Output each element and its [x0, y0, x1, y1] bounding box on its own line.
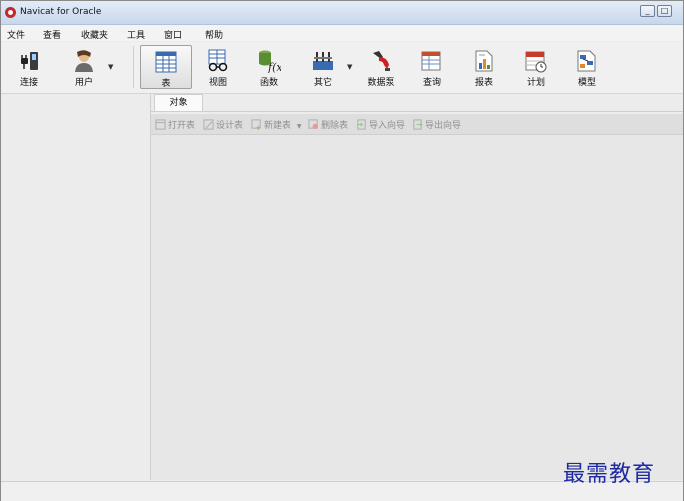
delete-table-icon [308, 119, 319, 130]
menu-window[interactable]: 窗口 [164, 28, 182, 41]
toolbar-query-button[interactable]: 查询 [406, 45, 458, 89]
data-pump-icon [373, 51, 390, 71]
table-icon [155, 51, 177, 73]
open-table-icon [155, 119, 166, 130]
app-window: Navicat for Oracle _ □ 文件 查看 收藏夹 工具 窗口 帮… [0, 0, 684, 501]
other-dropdown-icon[interactable]: ▼ [347, 63, 352, 71]
new-table-icon [251, 119, 261, 130]
user-dropdown-icon[interactable]: ▼ [108, 63, 113, 71]
toolbar-table-label: 表 [161, 79, 171, 89]
new-table-button[interactable]: 新建表 ▼ [251, 118, 302, 131]
delete-table-button[interactable]: 删除表 [308, 118, 348, 131]
user-icon [75, 50, 93, 72]
toolbar-data-pump-button[interactable]: 数据泵 [355, 45, 407, 89]
toolbar-report-button[interactable]: 报表 [458, 45, 510, 89]
export-wizard-label: 导出向导 [425, 121, 462, 131]
other-icon [313, 52, 333, 70]
toolbar-report-label: 报表 [474, 78, 493, 88]
design-table-icon [203, 119, 214, 130]
new-table-dropdown-icon[interactable]: ▼ [297, 123, 302, 130]
menu-bar: 文件 查看 收藏夹 工具 窗口 帮助 [1, 25, 683, 41]
design-table-label: 设计表 [216, 121, 244, 131]
report-icon [475, 50, 493, 72]
toolbar-separator [133, 46, 134, 88]
navicat-logo-icon [5, 7, 16, 18]
menu-tools[interactable]: 工具 [127, 28, 145, 41]
toolbar-function-button[interactable]: f(x) 函数 [243, 45, 295, 89]
toolbar-user-button[interactable]: 用户 [58, 45, 110, 89]
toolbar-data-pump-label: 数据泵 [367, 78, 395, 88]
toolbar-table-button[interactable]: 表 [140, 45, 192, 89]
plug-icon [21, 52, 38, 70]
toolbar-function-label: 函数 [259, 78, 278, 88]
object-toolbar: 打开表 设计表 新建表 ▼ 删除表 导入向导 导出向导 [151, 114, 683, 135]
maximize-button[interactable]: □ [657, 5, 672, 17]
toolbar-other-label: 其它 [313, 78, 332, 88]
open-table-button[interactable]: 打开表 [155, 118, 195, 131]
toolbar-connect-label: 连接 [19, 78, 38, 88]
minimize-button[interactable]: _ [640, 5, 655, 17]
export-wizard-button[interactable]: 导出向导 [412, 118, 461, 131]
toolbar-user-label: 用户 [74, 78, 93, 88]
toolbar-schedule-button[interactable]: 计划 [510, 45, 562, 89]
window-title: Navicat for Oracle [20, 7, 102, 17]
tab-objects[interactable]: 对象 [154, 94, 203, 111]
menu-favorites[interactable]: 收藏夹 [81, 28, 108, 41]
function-icon: f(x) [259, 50, 281, 73]
model-icon [577, 50, 596, 72]
menu-file[interactable]: 文件 [7, 28, 25, 41]
import-wizard-label: 导入向导 [369, 121, 406, 131]
view-icon [208, 49, 228, 72]
tab-strip: 对象 [151, 94, 683, 112]
connection-tree-pane[interactable] [2, 94, 151, 480]
svg-text:f(x): f(x) [267, 61, 281, 73]
toolbar-model-button[interactable]: 模型 [561, 45, 613, 89]
toolbar-model-label: 模型 [577, 78, 596, 88]
toolbar-view-button[interactable]: 视图 [192, 45, 244, 89]
main-toolbar: 连接 用户 ▼ 表 视图 f(函数 其它 ▼ 数据泵 查询 报表 计划 模型 [1, 42, 683, 94]
object-list-area[interactable] [151, 135, 683, 480]
toolbar-connect-button[interactable]: 连接 [3, 45, 55, 89]
toolbar-other-button[interactable]: 其它 [297, 45, 349, 89]
menu-view[interactable]: 查看 [43, 28, 61, 41]
open-table-label: 打开表 [168, 121, 196, 131]
toolbar-schedule-label: 计划 [526, 78, 545, 88]
import-wizard-icon [356, 119, 366, 130]
menu-help[interactable]: 帮助 [205, 28, 223, 41]
schedule-icon [525, 51, 547, 73]
toolbar-view-label: 视图 [208, 78, 227, 88]
delete-table-label: 删除表 [321, 121, 349, 131]
new-table-label: 新建表 [264, 121, 292, 131]
import-wizard-button[interactable]: 导入向导 [356, 118, 405, 131]
title-bar: Navicat for Oracle _ □ [1, 1, 683, 25]
toolbar-query-label: 查询 [422, 78, 441, 88]
watermark-text: 最需教育 [563, 462, 656, 487]
design-table-button[interactable]: 设计表 [203, 118, 243, 131]
export-wizard-icon [413, 119, 423, 130]
query-icon [421, 51, 441, 71]
